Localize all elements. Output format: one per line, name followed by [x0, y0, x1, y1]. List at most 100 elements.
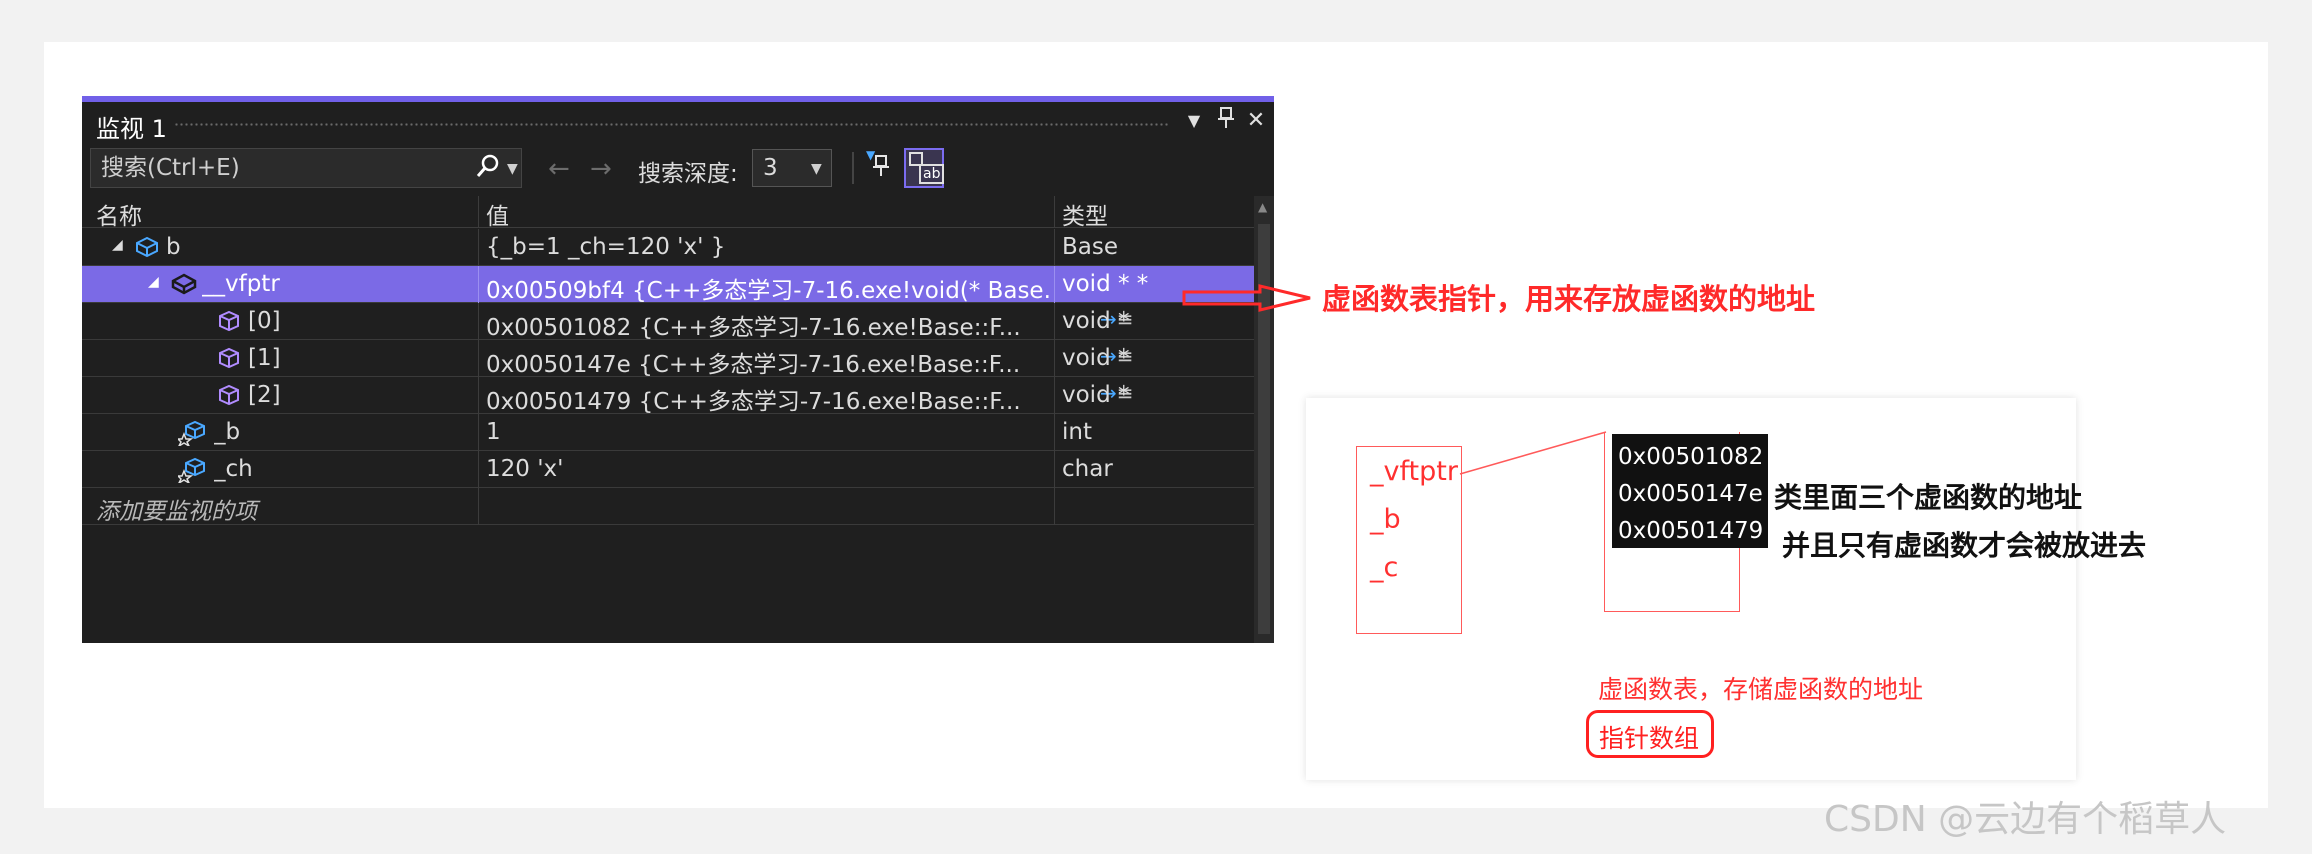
back-arrow-icon[interactable]: ←: [548, 154, 570, 184]
hex-display-toggle-button[interactable]: ab: [904, 148, 945, 188]
pointer-element-icon: [216, 346, 242, 370]
pin-icon[interactable]: [1212, 106, 1240, 136]
forward-arrow-icon[interactable]: →: [590, 154, 612, 184]
row-value[interactable]: 1: [486, 419, 1046, 445]
titlebar-grip[interactable]: [174, 122, 1170, 128]
field-label-b: _b: [1370, 504, 1401, 535]
table-row[interactable]: _b 1 int: [82, 414, 1254, 451]
column-divider: [478, 229, 479, 266]
table-row[interactable]: [1] 0x0050147e {C++多态学习-7-16.exe!Base::F…: [82, 340, 1254, 379]
row-name: b: [166, 234, 181, 260]
watch-toolbar: ▼ ← → 搜索深度: 3 ▼ ▼ ab: [82, 144, 1274, 190]
row-value[interactable]: 0x0050147e {C++多态学习-7-16.exe!Base::F...: [486, 345, 1026, 379]
column-divider: [478, 303, 479, 340]
collapse-triangle-icon[interactable]: ◢: [112, 237, 123, 253]
collapse-triangle-icon[interactable]: ◢: [148, 274, 159, 290]
row-name: __vfptr: [202, 271, 280, 297]
row-type: char: [1062, 456, 1113, 482]
row-name: [2]: [248, 382, 281, 408]
vtable-entry: 0x00501082: [1618, 444, 1764, 470]
field-member-icon: [176, 420, 205, 448]
pin-icon: [872, 152, 890, 184]
close-icon[interactable]: ✕: [1242, 106, 1270, 136]
red-arrow-icon: [1182, 284, 1311, 312]
vfptr-annotation: 虚函数表指针，用来存放虚函数的地址: [1322, 282, 1816, 316]
vtable-caption: 虚函数表，存储虚函数的地址: [1598, 675, 1924, 704]
row-name: _b: [214, 419, 241, 445]
row-name: [0]: [248, 308, 281, 334]
object-class-icon: [134, 235, 160, 259]
column-divider: [478, 377, 479, 414]
vertical-scrollbar[interactable]: ▲: [1254, 196, 1274, 643]
vtable-annotation-1: 类里面三个虚函数的地址: [1774, 481, 2083, 514]
watermark: CSDN @云边有个稻草人: [1824, 799, 2227, 840]
ab-icon: ab: [919, 164, 945, 184]
column-divider: [478, 266, 479, 303]
pin-filter-button[interactable]: ▼: [862, 146, 896, 186]
column-divider[interactable]: [478, 196, 479, 228]
search-depth-select[interactable]: 3 ▼: [752, 149, 832, 187]
row-name: [1]: [248, 345, 281, 371]
column-header-name[interactable]: 名称: [96, 197, 142, 231]
column-divider: [1054, 488, 1055, 525]
column-divider: [1054, 340, 1055, 377]
column-divider: [1054, 303, 1055, 340]
row-type: void * *: [1062, 271, 1149, 297]
pointer-element-icon: [216, 383, 242, 407]
search-icon[interactable]: [475, 153, 501, 186]
window-title: 监视 1: [96, 115, 167, 143]
search-input[interactable]: [91, 149, 461, 187]
dropdown-triangle-icon[interactable]: ▼: [1180, 106, 1208, 136]
row-type: void *: [1062, 345, 1130, 371]
window-titlebar[interactable]: 监视 1 ▼ ✕: [82, 102, 1274, 143]
table-row[interactable]: [2] 0x00501479 {C++多态学习-7-16.exe!Base::F…: [82, 377, 1254, 416]
scroll-up-icon[interactable]: ▲: [1258, 200, 1267, 214]
add-watch-item-row[interactable]: 添加要监视的项: [82, 488, 1254, 525]
row-type: Base: [1062, 234, 1119, 260]
watch-window: 监视 1 ▼ ✕ ▼ ← → 搜索深度: 3 ▼ ▼: [82, 96, 1274, 643]
table-row-selected[interactable]: ◢ __vfptr 0x00509bf4 {C++多态学习-7-16.exe!v…: [82, 266, 1254, 305]
column-divider: [478, 451, 479, 488]
vtable-pointer-icon: [170, 272, 197, 296]
toolbar-separator: [852, 152, 854, 184]
field-label-c: _c: [1370, 552, 1399, 583]
row-type: int: [1062, 419, 1092, 445]
row-type: void *: [1062, 308, 1130, 334]
column-divider: [1054, 229, 1055, 266]
vtable-entry: 0x00501479: [1618, 518, 1764, 544]
row-name: _ch: [214, 456, 253, 482]
column-divider: [1054, 451, 1055, 488]
pointer-array-text: 指针数组: [1599, 724, 1700, 753]
search-box[interactable]: ▼: [90, 148, 522, 188]
column-divider: [478, 340, 479, 377]
pointer-array-label: 指针数组: [1586, 710, 1714, 758]
field-label-vftptr: _vftptr: [1370, 456, 1458, 487]
table-row[interactable]: _ch 120 'x' char: [82, 451, 1254, 488]
grid-header: 名称 值 类型: [82, 196, 1254, 231]
row-type: void *: [1062, 382, 1130, 408]
search-depth-label: 搜索深度:: [638, 161, 738, 187]
vtable-entry: 0x0050147e: [1618, 481, 1763, 507]
search-depth-value: 3: [763, 155, 778, 181]
row-value[interactable]: 0x00501082 {C++多态学习-7-16.exe!Base::F...: [486, 308, 1026, 342]
chevron-down-icon: ▼: [811, 161, 822, 177]
add-watch-item-placeholder[interactable]: 添加要监视的项: [96, 492, 257, 526]
chevron-down-icon[interactable]: ▼: [507, 161, 518, 177]
field-member-icon: [176, 457, 205, 485]
row-value[interactable]: 0x00501479 {C++多态学习-7-16.exe!Base::F...: [486, 382, 1026, 416]
column-divider: [1054, 414, 1055, 451]
vtable-annotation-2: 并且只有虚函数才会被放进去: [1782, 529, 2147, 562]
row-value[interactable]: {_b=1 _ch=120 'x' }: [486, 234, 1046, 260]
table-row[interactable]: [0] 0x00501082 {C++多态学习-7-16.exe!Base::F…: [82, 303, 1254, 342]
column-divider[interactable]: [1054, 196, 1055, 228]
table-row[interactable]: ◢ b {_b=1 _ch=120 'x' } Base: [82, 229, 1254, 266]
row-value[interactable]: 120 'x': [486, 456, 1046, 482]
column-divider: [1054, 377, 1055, 414]
column-divider: [478, 488, 479, 525]
column-divider: [1054, 266, 1055, 303]
column-header-type[interactable]: 类型: [1062, 197, 1108, 231]
column-header-value[interactable]: 值: [486, 197, 509, 231]
pointer-element-icon: [216, 309, 242, 333]
row-value[interactable]: 0x00509bf4 {C++多态学习-7-16.exe!void(* Base…: [486, 271, 1052, 305]
column-divider: [478, 414, 479, 451]
